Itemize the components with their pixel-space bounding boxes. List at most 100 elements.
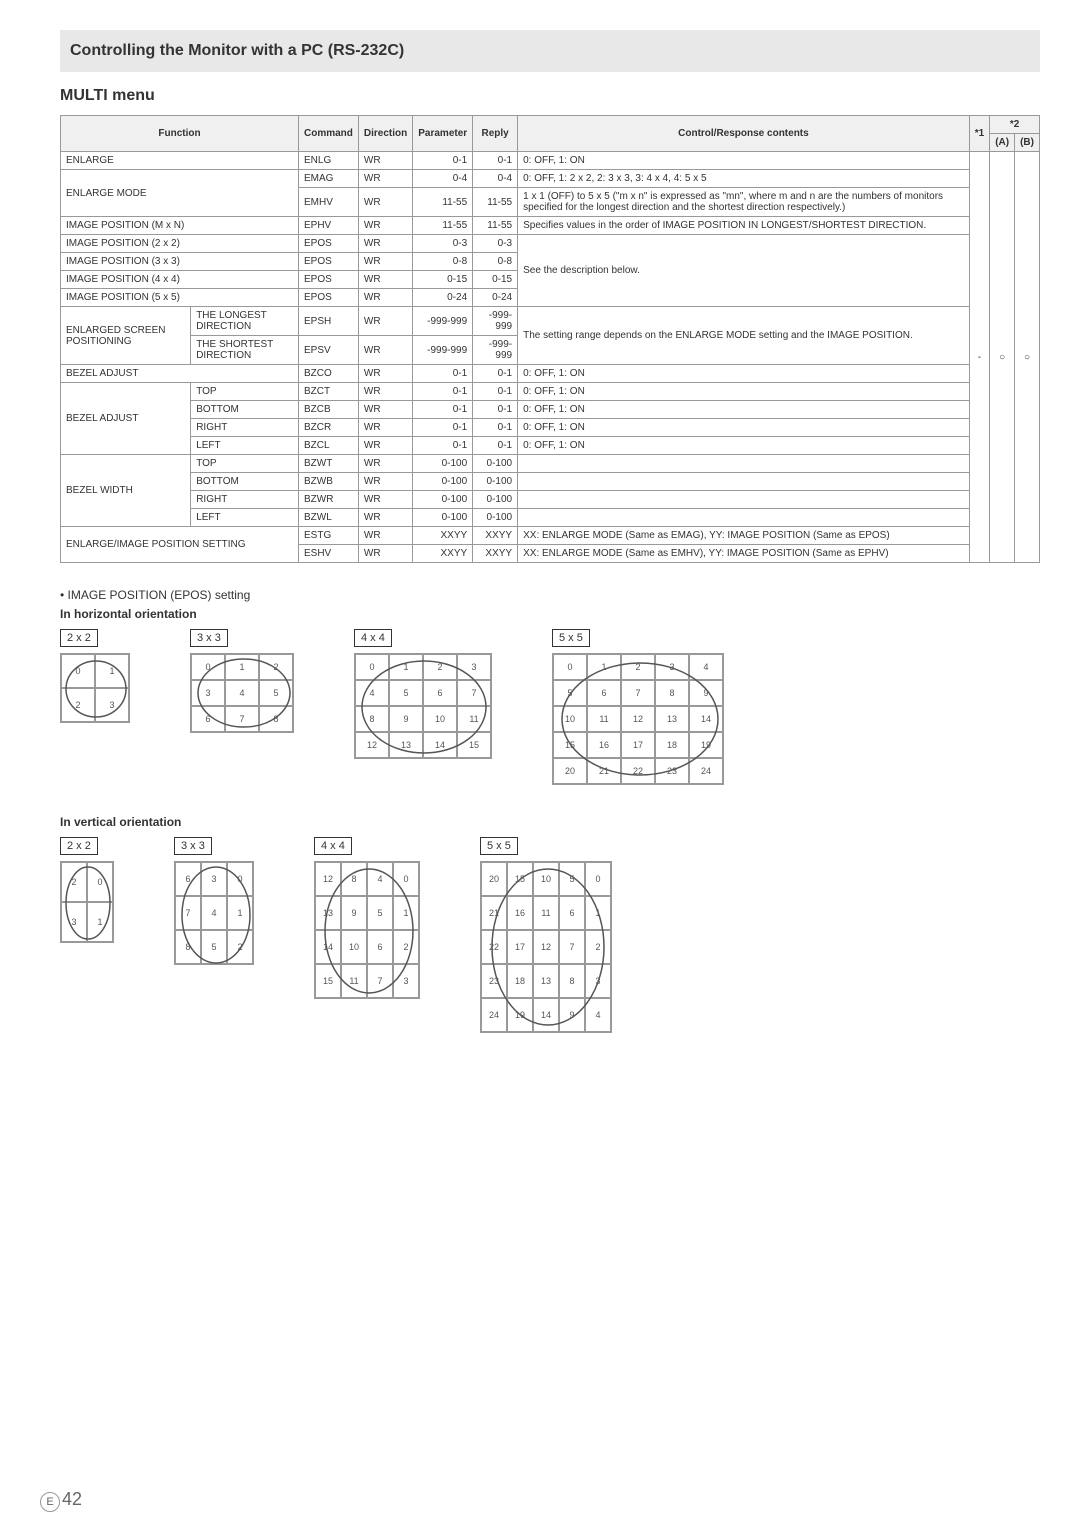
diagram-label: 4 x 4 [354, 629, 392, 647]
table-row: LEFT BZWL WR 0-100 0-100 [61, 509, 1040, 527]
grid-cell: 4 [355, 680, 389, 706]
grid-cell: 20 [481, 862, 507, 896]
grid-cell: 5 [553, 680, 587, 706]
grid-cell: 8 [175, 930, 201, 964]
th-function: Function [61, 116, 299, 152]
grid-cell: 22 [621, 758, 655, 784]
table-row: BEZEL ADJUST BZCO WR 0-1 0-1 0: OFF, 1: … [61, 365, 1040, 383]
page-number: E42 [40, 1489, 82, 1512]
grid-cell: 8 [259, 706, 293, 732]
th-direction: Direction [358, 116, 412, 152]
table-row: BEZEL ADJUST TOP BZCT WR 0-1 0-1 0: OFF,… [61, 383, 1040, 401]
grid-cell: 6 [191, 706, 225, 732]
grid-cell: 1 [227, 896, 253, 930]
grid-cell: 18 [655, 732, 689, 758]
grid-cell: 3 [95, 688, 129, 722]
grid-cell: 6 [367, 930, 393, 964]
th-parameter: Parameter [413, 116, 473, 152]
th-star2: *2 [990, 116, 1040, 134]
grid-cell: 15 [553, 732, 587, 758]
grid-cell: 22 [481, 930, 507, 964]
grid-cell: 0 [585, 862, 611, 896]
diagram-label: 5 x 5 [480, 837, 518, 855]
grid-cell: 5 [559, 862, 585, 896]
grid-cell: 18 [507, 964, 533, 998]
diagram-5x5-v: 5 x 5 2015105021161161221712722318138324… [480, 837, 612, 1033]
table-row: RIGHT BZCR WR 0-1 0-1 0: OFF, 1: ON [61, 419, 1040, 437]
grid-cell: 1 [95, 654, 129, 688]
grid-cell: 8 [355, 706, 389, 732]
grid-cell: 21 [587, 758, 621, 784]
star2-a-cell: ○ [990, 152, 1015, 563]
grid-cell: 7 [367, 964, 393, 998]
grid-cell: 24 [689, 758, 723, 784]
grid-cell: 9 [559, 998, 585, 1032]
grid-cell: 1 [389, 654, 423, 680]
grid-cell: 5 [201, 930, 227, 964]
table-row: ENLARGE/IMAGE POSITION SETTING ESTG WR X… [61, 527, 1040, 545]
grid-cell: 11 [587, 706, 621, 732]
diagram-label: 3 x 3 [190, 629, 228, 647]
grid-cell: 3 [393, 964, 419, 998]
grid-cell: 16 [507, 896, 533, 930]
table-row: ENLARGE ENLG WR 0-1 0-1 0: OFF, 1: ON - … [61, 152, 1040, 170]
grid-cell: 1 [587, 654, 621, 680]
grid-cell: 17 [621, 732, 655, 758]
submenu-title: MULTI menu [60, 87, 1040, 105]
grid-cell: 17 [507, 930, 533, 964]
diagram-3x3-v: 3 x 3 630741852 [174, 837, 254, 965]
grid-cell: 3 [201, 862, 227, 896]
grid-cell: 15 [457, 732, 491, 758]
grid-cell: 14 [533, 998, 559, 1032]
grid-cell: 19 [507, 998, 533, 1032]
diagram-3x3-h: 3 x 3 012345678 [190, 629, 294, 733]
grid-cell: 7 [559, 930, 585, 964]
grid-cell: 14 [689, 706, 723, 732]
grid-cell: 19 [689, 732, 723, 758]
table-row: IMAGE POSITION (2 x 2) EPOS WR 0-3 0-3 S… [61, 235, 1040, 253]
table-row: LEFT BZCL WR 0-1 0-1 0: OFF, 1: ON [61, 437, 1040, 455]
grid-cell: 4 [367, 862, 393, 896]
th-reply: Reply [473, 116, 518, 152]
grid-cell: 2 [61, 862, 87, 902]
diagram-4x4-h: 4 x 4 0123456789101112131415 [354, 629, 492, 759]
diagram-2x2-h: 2 x 2 0123 [60, 629, 130, 723]
th-star1: *1 [969, 116, 989, 152]
multi-menu-table: Function Command Direction Parameter Rep… [60, 115, 1040, 563]
grid-cell: 16 [587, 732, 621, 758]
grid-cell: 12 [533, 930, 559, 964]
grid-cell: 11 [533, 896, 559, 930]
star1-cell: - [969, 152, 989, 563]
grid-cell: 6 [587, 680, 621, 706]
grid-cell: 6 [559, 896, 585, 930]
grid-cell: 8 [559, 964, 585, 998]
page-marker-e: E [40, 1492, 60, 1512]
horizontal-orientation-title: In horizontal orientation [60, 607, 1040, 621]
grid-cell: 14 [315, 930, 341, 964]
diagram-label: 2 x 2 [60, 837, 98, 855]
grid-cell: 10 [423, 706, 457, 732]
grid-cell: 12 [355, 732, 389, 758]
grid-cell: 3 [585, 964, 611, 998]
grid-cell: 2 [61, 688, 95, 722]
grid-cell: 1 [87, 902, 113, 942]
th-command: Command [299, 116, 359, 152]
grid-cell: 11 [341, 964, 367, 998]
vertical-diagrams: 2 x 2 2031 3 x 3 630741852 4 x 4 1284013… [60, 837, 1040, 1033]
grid-cell: 5 [259, 680, 293, 706]
grid-cell: 8 [655, 680, 689, 706]
grid-cell: 13 [533, 964, 559, 998]
diagram-label: 4 x 4 [314, 837, 352, 855]
grid-cell: 2 [621, 654, 655, 680]
grid-cell: 3 [457, 654, 491, 680]
table-row: RIGHT BZWR WR 0-100 0-100 [61, 491, 1040, 509]
diagram-2x2-v: 2 x 2 2031 [60, 837, 114, 943]
grid-cell: 4 [225, 680, 259, 706]
grid-cell: 8 [341, 862, 367, 896]
th-a: (A) [990, 134, 1015, 152]
horizontal-diagrams: 2 x 2 0123 3 x 3 012345678 4 x 4 0123456… [60, 629, 1040, 785]
table-row: ENLARGED SCREEN POSITIONING THE LONGEST … [61, 307, 1040, 336]
grid-cell: 3 [655, 654, 689, 680]
grid-cell: 3 [61, 902, 87, 942]
grid-cell: 15 [315, 964, 341, 998]
